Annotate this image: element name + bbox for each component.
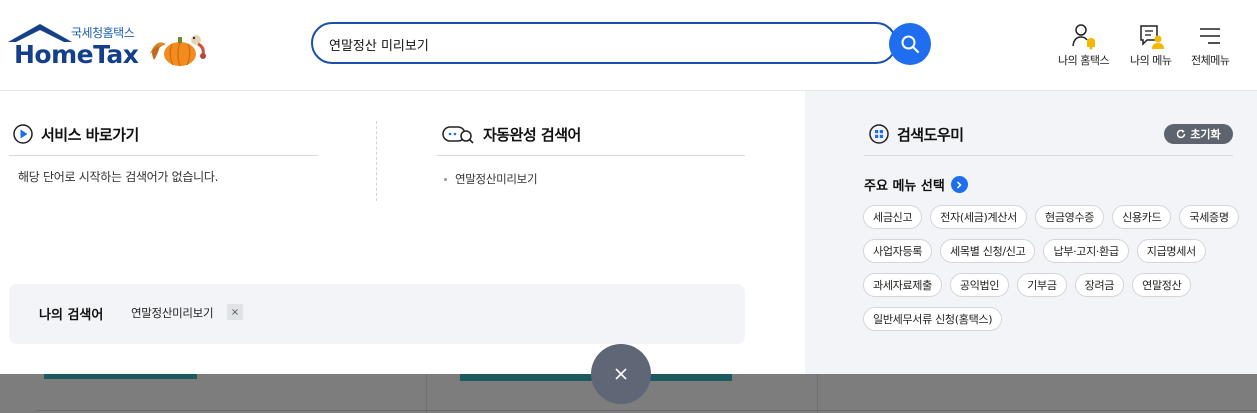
hometax-logo[interactable]: 국세청홈택스 HomeTax bbox=[8, 22, 208, 70]
menu-chip-list: 세금신고 전자(세금)계산서 현금영수증 신용카드 국세증명 사업자등록 세목별… bbox=[863, 205, 1253, 331]
autocomplete-title: 자동완성 검색어 bbox=[442, 123, 581, 145]
main-menu-select-text: 주요 메뉴 선택 bbox=[864, 179, 945, 194]
autumn-pumpkin-icon bbox=[150, 35, 206, 67]
my-hometax-label: 나의 홈택스 bbox=[1058, 54, 1110, 67]
close-icon bbox=[615, 368, 627, 380]
search-box bbox=[311, 22, 897, 64]
hamburger-icon bbox=[1200, 28, 1221, 44]
menu-chip[interactable]: 지급명세서 bbox=[1136, 239, 1206, 263]
bullet-dot bbox=[444, 177, 447, 181]
header: 국세청홈택스 HomeTax 연말정산 미리보기 나의 홈택스 나의 메뉴 전체… bbox=[0, 0, 1257, 91]
chevron-right-icon bbox=[950, 176, 968, 193]
play-circle-icon bbox=[13, 124, 33, 144]
background-divider bbox=[36, 410, 1257, 411]
reset-label: 초기화 bbox=[1190, 128, 1221, 141]
menu-chip[interactable]: 장려금 bbox=[1074, 273, 1125, 297]
search-input[interactable] bbox=[329, 33, 869, 55]
search-button[interactable] bbox=[889, 23, 931, 65]
my-search-title: 나의 검색어 bbox=[39, 308, 104, 323]
menu-chip[interactable]: 납부·고지·환급 bbox=[1043, 239, 1129, 263]
column-divider bbox=[376, 121, 377, 201]
menu-chip[interactable]: 전자(세금)계산서 bbox=[930, 205, 1028, 229]
service-shortcut-divider bbox=[9, 155, 318, 156]
logo-wordmark: HomeTax bbox=[14, 40, 139, 69]
menu-chip[interactable]: 과세자료제출 bbox=[863, 273, 942, 297]
background-divider bbox=[817, 374, 818, 413]
chat-search-icon bbox=[442, 126, 474, 144]
my-hometax-button[interactable]: 나의 홈택스 bbox=[1058, 22, 1110, 68]
menu-chip[interactable]: 일반세무서류 신청(홈택스) bbox=[863, 307, 1003, 331]
search-layer-left: 서비스 바로가기 해당 단어로 시작하는 검색어가 없습니다. 자동완성 검색어… bbox=[0, 91, 805, 374]
service-shortcut-title-text: 서비스 바로가기 bbox=[41, 125, 139, 144]
search-icon bbox=[901, 35, 920, 54]
logo-subtitle: 국세청홈택스 bbox=[71, 26, 135, 40]
my-menu-button[interactable]: 나의 메뉴 bbox=[1130, 22, 1172, 68]
background-divider bbox=[426, 374, 427, 413]
menu-chip[interactable]: 세목별 신청/신고 bbox=[940, 239, 1036, 263]
my-search-box: 나의 검색어 연말정산미리보기 × bbox=[9, 284, 745, 344]
autocomplete-item-text: 연말정산미리보기 bbox=[455, 172, 538, 186]
helper-divider bbox=[864, 155, 1233, 156]
main-menu-select-title[interactable]: 주요 메뉴 선택 bbox=[864, 175, 968, 194]
menu-chip[interactable]: 현금영수증 bbox=[1035, 205, 1105, 229]
my-search-keyword[interactable]: 연말정산미리보기 bbox=[131, 305, 214, 321]
menu-chip[interactable]: 공익법인 bbox=[949, 273, 1010, 297]
service-shortcut-title: 서비스 바로가기 bbox=[12, 123, 139, 145]
reset-button[interactable]: 초기화 bbox=[1164, 124, 1233, 144]
menu-chip[interactable]: 기부금 bbox=[1017, 273, 1067, 297]
menu-chip[interactable]: 국세증명 bbox=[1179, 205, 1239, 229]
autocomplete-title-text: 자동완성 검색어 bbox=[483, 125, 581, 144]
menu-chip[interactable]: 신용카드 bbox=[1112, 205, 1172, 229]
close-search-layer-button[interactable] bbox=[591, 344, 651, 404]
autocomplete-item[interactable]: 연말정산미리보기 bbox=[444, 171, 538, 187]
refresh-icon bbox=[1177, 129, 1186, 139]
my-menu-label: 나의 메뉴 bbox=[1130, 54, 1172, 67]
helper-title: 검색도우미 bbox=[868, 123, 964, 145]
helper-title-text: 검색도우미 bbox=[897, 125, 964, 144]
autocomplete-divider bbox=[437, 155, 745, 156]
all-menu-button[interactable]: 전체메뉴 bbox=[1191, 22, 1230, 68]
menu-chip[interactable]: 연말정산 bbox=[1132, 273, 1192, 297]
menu-chip[interactable]: 사업자등록 bbox=[863, 239, 933, 263]
my-search-delete-button[interactable]: × bbox=[227, 304, 243, 320]
menu-user-icon bbox=[1139, 25, 1164, 49]
menu-chip[interactable]: 세금신고 bbox=[863, 205, 923, 229]
background-tab-bar bbox=[44, 374, 197, 379]
search-helper-panel: 검색도우미 초기화 주요 메뉴 선택 세금신고 전자(세금)계산서 현금영수증 … bbox=[805, 91, 1257, 374]
all-menu-label: 전체메뉴 bbox=[1191, 54, 1230, 67]
user-bell-icon bbox=[1071, 24, 1095, 50]
no-result-text: 해당 단어로 시작하는 검색어가 없습니다. bbox=[18, 170, 219, 184]
grid-circle-icon bbox=[869, 124, 889, 144]
